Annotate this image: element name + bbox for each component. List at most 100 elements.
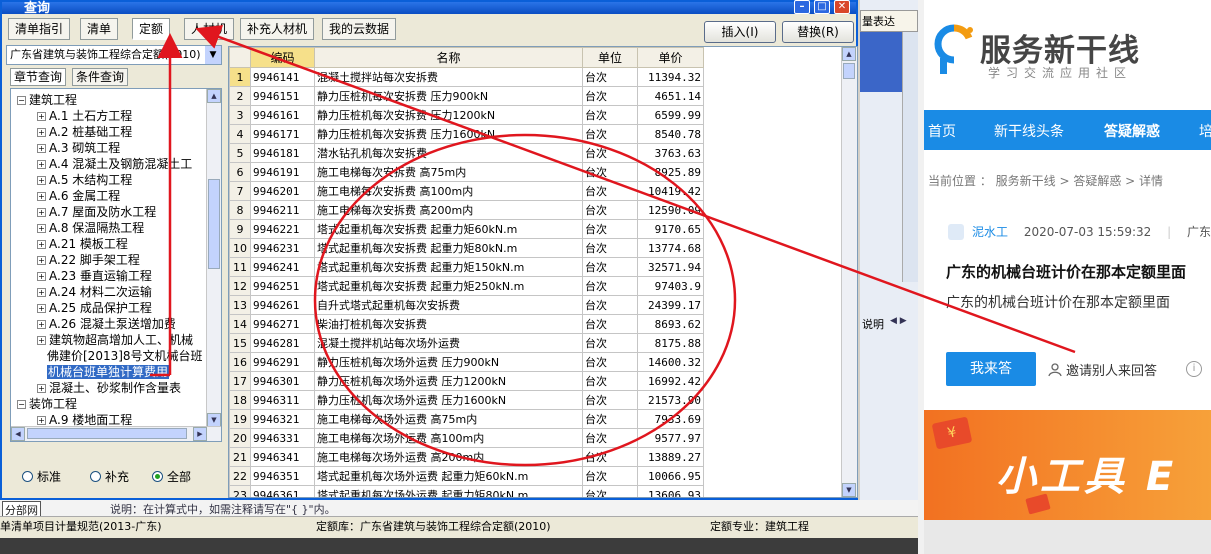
tree-item[interactable]: + A.5 木结构工程 <box>37 172 132 188</box>
replace-button[interactable]: 替换(R) <box>782 21 854 43</box>
cell-price[interactable]: 97403.9 <box>637 276 704 296</box>
cell-name[interactable]: 静力压桩机每次场外运费 压力1600kN <box>314 390 583 410</box>
tree-item[interactable]: + 建筑物超高增加人工、机械 <box>37 332 193 348</box>
cell-unit[interactable]: 台次 <box>582 447 638 467</box>
cell-name[interactable]: 静力压桩机每次安拆费 压力1600kN <box>314 124 583 144</box>
tree-item[interactable]: + A.24 材料二次运输 <box>37 284 152 300</box>
cell-name[interactable]: 静力压桩机每次安拆费 压力1200kN <box>314 105 583 125</box>
cell-code[interactable]: 9946361 <box>250 485 315 497</box>
tree-item[interactable]: − 装饰工程 <box>17 396 77 412</box>
info-icon[interactable]: i <box>1186 361 1202 377</box>
cell-unit[interactable]: 台次 <box>582 105 638 125</box>
cell-unit[interactable]: 台次 <box>582 276 638 296</box>
cell-unit[interactable]: 台次 <box>582 352 638 372</box>
scroll-down-icon[interactable]: ▼ <box>207 413 221 427</box>
cell-code[interactable]: 9946271 <box>250 314 315 334</box>
expand-icon[interactable]: + <box>37 224 46 233</box>
cell-code[interactable]: 9946251 <box>250 276 315 296</box>
tree-vscrollbar[interactable]: ▲ ▼ <box>206 89 221 427</box>
table-row[interactable]: 20 9946331 施工电梯每次场外运费 高100m内 台次 9577.97 <box>229 428 704 448</box>
row-number[interactable]: 9 <box>229 219 251 239</box>
cell-unit[interactable]: 台次 <box>582 409 638 429</box>
cell-name[interactable]: 施工电梯每次安拆费 高200m内 <box>314 200 583 220</box>
tree-item[interactable]: + A.23 垂直运输工程 <box>37 268 152 284</box>
table-row[interactable]: 16 9946291 静力压桩机每次场外运费 压力900kN 台次 14600.32 <box>229 352 704 372</box>
header-unit[interactable]: 单位 <box>582 47 638 68</box>
row-number[interactable]: 3 <box>229 105 251 125</box>
row-number[interactable]: 6 <box>229 162 251 182</box>
radio-supplement[interactable]: 补充 <box>90 468 129 485</box>
cell-code[interactable]: 9946291 <box>250 352 315 372</box>
cell-unit[interactable]: 台次 <box>582 219 638 239</box>
cell-code[interactable]: 9946191 <box>250 162 315 182</box>
cell-price[interactable]: 9170.65 <box>637 219 704 239</box>
cell-price[interactable]: 7933.69 <box>637 409 704 429</box>
cell-price[interactable]: 11394.32 <box>637 67 704 87</box>
tree-item[interactable]: + A.25 成品保护工程 <box>37 300 152 316</box>
cell-code[interactable]: 9946161 <box>250 105 315 125</box>
cell-name[interactable]: 塔式起重机每次安拆费 起重力矩150kN.m <box>314 257 583 277</box>
row-number[interactable]: 10 <box>229 238 251 258</box>
radio-all[interactable]: 全部 <box>152 468 191 485</box>
nav-qa[interactable]: 答疑解惑 <box>1104 121 1160 141</box>
cell-price[interactable]: 10066.95 <box>637 466 704 486</box>
cell-price[interactable]: 13774.68 <box>637 238 704 258</box>
header-price[interactable]: 单价 <box>637 47 704 68</box>
tab-cloud-data[interactable]: 我的云数据 <box>322 18 397 40</box>
expand-icon[interactable]: + <box>37 320 46 329</box>
cell-unit[interactable]: 台次 <box>582 200 638 220</box>
invite-button[interactable]: 邀请别人来回答 <box>1048 360 1157 379</box>
dialog-titlebar[interactable]: 查询 – □ ✕ <box>2 0 856 16</box>
cell-code[interactable]: 9946211 <box>250 200 315 220</box>
tree-hscroll-thumb[interactable] <box>27 428 187 439</box>
library-select[interactable]: 广东省建筑与装饰工程综合定额(2010) ▼ <box>6 45 222 65</box>
cell-unit[interactable]: 台次 <box>582 67 638 87</box>
cell-unit[interactable]: 台次 <box>582 124 638 144</box>
cell-code[interactable]: 9946151 <box>250 86 315 106</box>
table-row[interactable]: 18 9946311 静力压桩机每次场外运费 压力1600kN 台次 21573.90 <box>229 390 704 410</box>
expand-icon[interactable]: + <box>37 272 46 281</box>
bg-arrows-icon[interactable]: ◀ ▶ <box>890 316 907 326</box>
row-number[interactable]: 17 <box>229 371 251 391</box>
subtab-condition[interactable]: 条件查询 <box>72 68 129 86</box>
table-row[interactable]: 21 9946341 施工电梯每次场外运费 高200m内 台次 13889.27 <box>229 447 704 467</box>
cell-price[interactable]: 6599.99 <box>637 105 704 125</box>
cell-price[interactable]: 12590.09 <box>637 200 704 220</box>
cell-code[interactable]: 9946341 <box>250 447 315 467</box>
table-row[interactable]: 8 9946211 施工电梯每次安拆费 高200m内 台次 12590.09 <box>229 200 704 220</box>
tree-item[interactable]: + A.3 砌筑工程 <box>37 140 120 156</box>
radio-standard-circle[interactable] <box>22 471 33 482</box>
expand-icon[interactable]: + <box>37 304 46 313</box>
cell-name[interactable]: 施工电梯每次场外运费 高75m内 <box>314 409 583 429</box>
tree-item[interactable]: + A.1 土石方工程 <box>37 108 132 124</box>
insert-button[interactable]: 插入(I) <box>704 21 776 43</box>
table-row[interactable]: 9 9946221 塔式起重机每次安拆费 起重力矩60kN.m 台次 9170.65 <box>229 219 704 239</box>
minimize-button[interactable]: – <box>794 0 810 14</box>
table-row[interactable]: 7 9946201 施工电梯每次安拆费 高100m内 台次 10419.42 <box>229 181 704 201</box>
collapse-icon[interactable]: − <box>17 96 26 105</box>
cell-code[interactable]: 9946241 <box>250 257 315 277</box>
tree-item[interactable]: + A.4 混凝土及钢筋混凝土工 <box>37 156 192 172</box>
cell-code[interactable]: 9946301 <box>250 371 315 391</box>
cell-name[interactable]: 塔式起重机每次安拆费 起重力矩250kN.m <box>314 276 583 296</box>
tree-item[interactable]: + A.8 保温隔热工程 <box>37 220 144 236</box>
cell-code[interactable]: 9946201 <box>250 181 315 201</box>
cell-price[interactable]: 16992.42 <box>637 371 704 391</box>
table-row[interactable]: 2 9946151 静力压桩机每次安拆费 压力900kN 台次 4651.14 <box>229 86 704 106</box>
radio-standard[interactable]: 标准 <box>22 468 61 485</box>
table-row[interactable]: 17 9946301 静力压桩机每次场外运费 压力1200kN 台次 16992.42 <box>229 371 704 391</box>
cell-unit[interactable]: 台次 <box>582 390 638 410</box>
cell-name[interactable]: 自升式塔式起重机每次安拆费 <box>314 295 583 315</box>
cell-name[interactable]: 混凝土搅拌站每次安拆费 <box>314 67 583 87</box>
cell-name[interactable]: 塔式起重机每次安拆费 起重力矩80kN.m <box>314 238 583 258</box>
cell-name[interactable]: 塔式起重机每次场外运费 起重力矩60kN.m <box>314 466 583 486</box>
close-button[interactable]: ✕ <box>834 0 850 14</box>
cell-code[interactable]: 9946181 <box>250 143 315 163</box>
row-number[interactable]: 12 <box>229 276 251 296</box>
expand-icon[interactable]: + <box>37 336 46 345</box>
table-row[interactable]: 12 9946251 塔式起重机每次安拆费 起重力矩250kN.m 台次 97403.9 <box>229 276 704 296</box>
grid-scroll-thumb[interactable] <box>843 63 855 79</box>
table-row[interactable]: 14 9946271 柴油打桩机每次安拆费 台次 8693.62 <box>229 314 704 334</box>
cell-price[interactable]: 4651.14 <box>637 86 704 106</box>
table-row[interactable]: 1 9946141 混凝土搅拌站每次安拆费 台次 11394.32 <box>229 67 704 87</box>
